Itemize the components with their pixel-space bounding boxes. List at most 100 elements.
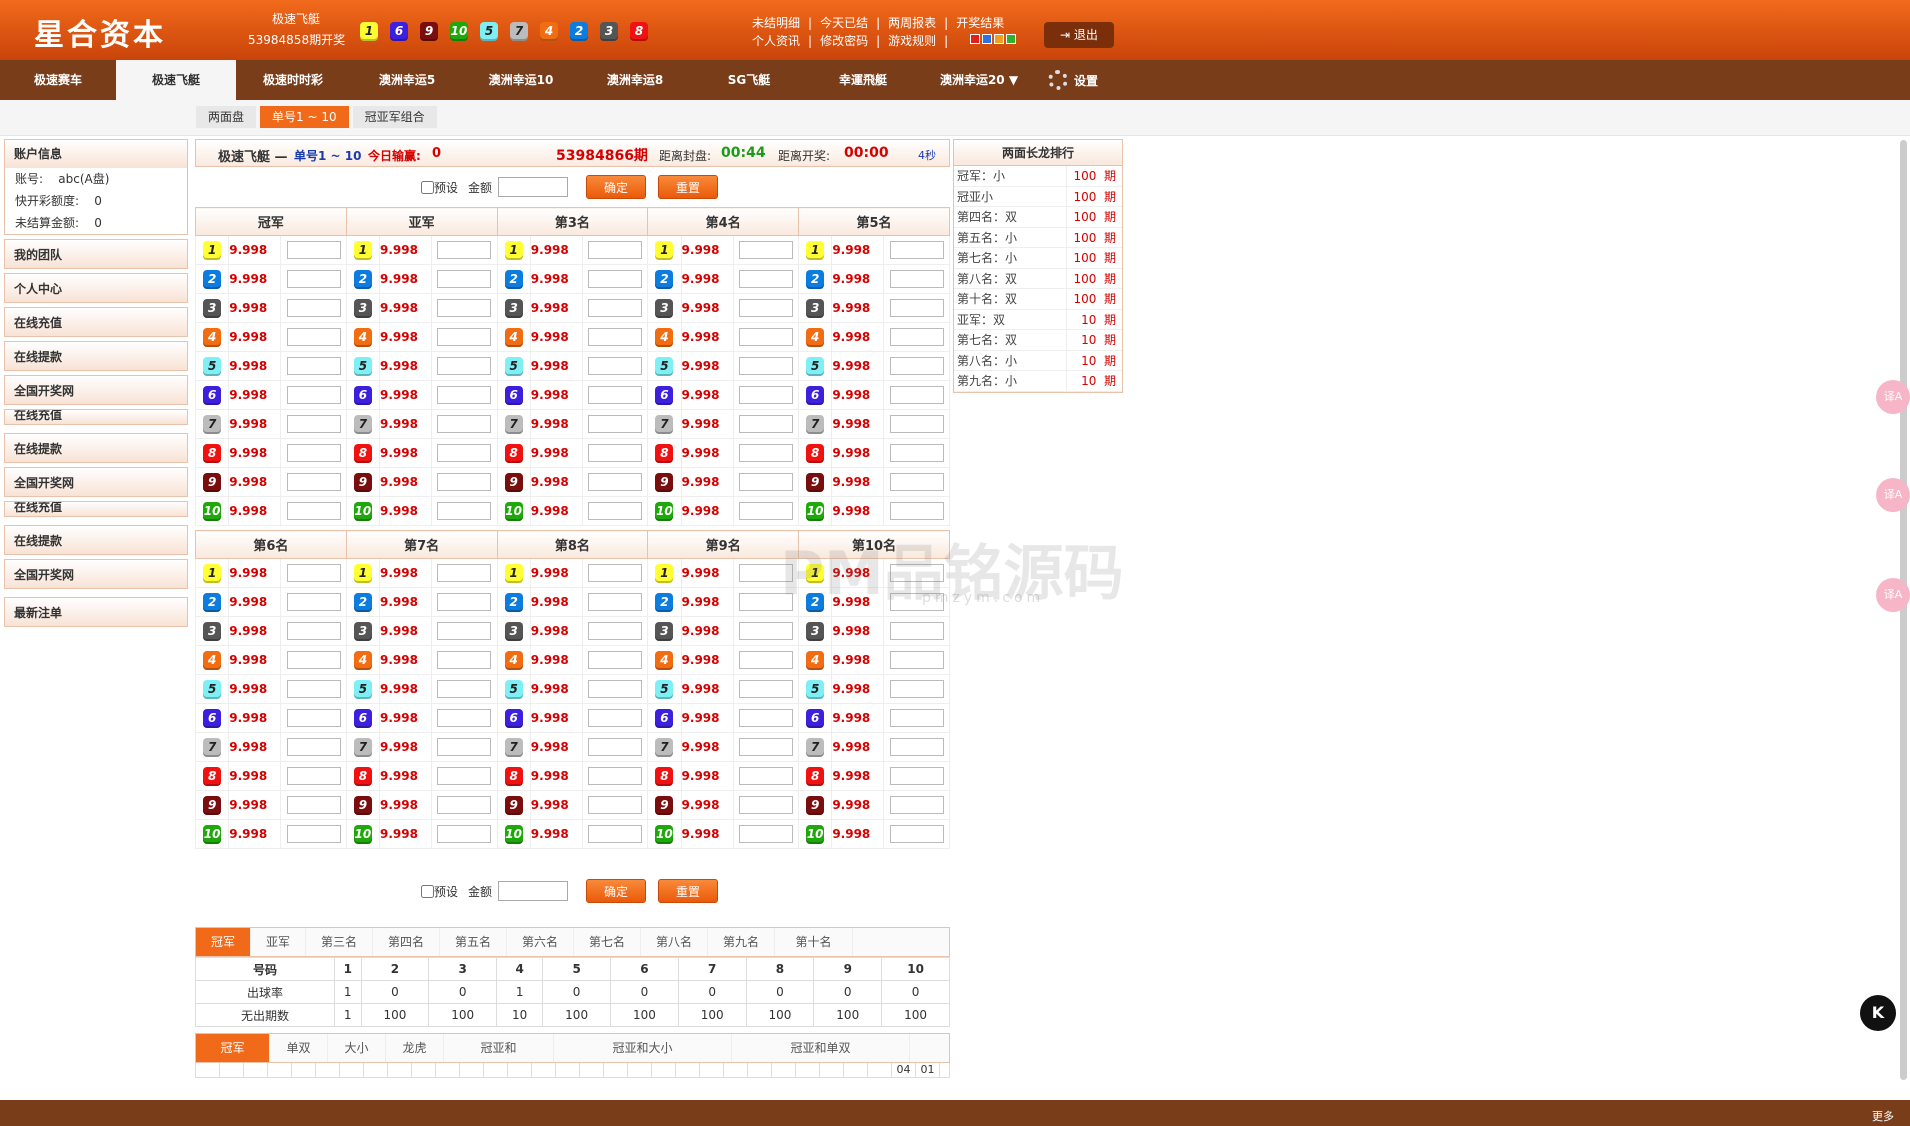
account-link[interactable]: 修改密码 xyxy=(820,34,868,48)
account-link[interactable]: 开奖结果 xyxy=(956,16,1004,30)
nav-tab[interactable]: 澳洲幸运5 xyxy=(350,60,464,100)
theme-color-square[interactable] xyxy=(1006,34,1016,44)
bet-amount-input[interactable] xyxy=(889,825,944,843)
account-link[interactable]: 个人资讯 xyxy=(752,34,800,48)
odds-value[interactable]: 9.998 xyxy=(831,380,885,410)
bet-amount-input[interactable] xyxy=(738,738,793,756)
bet-amount-input[interactable] xyxy=(286,738,341,756)
bet-amount-input[interactable] xyxy=(889,270,944,288)
odds-value[interactable]: 9.998 xyxy=(228,761,282,791)
odds-value[interactable]: 9.998 xyxy=(680,674,734,704)
trend-type-tab[interactable]: 龙虎 xyxy=(386,1034,444,1062)
bet-amount-input[interactable] xyxy=(286,241,341,259)
odds-value[interactable]: 9.998 xyxy=(831,703,885,733)
odds-value[interactable]: 9.998 xyxy=(831,819,885,849)
bet-amount-input[interactable] xyxy=(437,444,492,462)
trend-type-tab[interactable]: 冠军 xyxy=(196,1034,270,1062)
bet-amount-input[interactable] xyxy=(889,415,944,433)
page-scrollbar[interactable] xyxy=(1900,140,1907,1080)
bet-amount-input[interactable] xyxy=(286,473,341,491)
sidebar-menu-item[interactable]: 最新注单 xyxy=(4,597,188,627)
refresh-timer[interactable]: 4秒 xyxy=(918,147,936,163)
odds-value[interactable]: 9.998 xyxy=(379,732,433,762)
odds-value[interactable]: 9.998 xyxy=(379,645,433,675)
bet-amount-input[interactable] xyxy=(889,767,944,785)
bet-amount-input[interactable] xyxy=(889,502,944,520)
odds-value[interactable]: 9.998 xyxy=(379,703,433,733)
trend-position-tab[interactable]: 第七名 xyxy=(574,928,641,956)
odds-value[interactable]: 9.998 xyxy=(228,438,282,468)
reset-button[interactable]: 重置 xyxy=(658,175,719,199)
odds-value[interactable]: 9.998 xyxy=(680,558,734,588)
bet-amount-input[interactable] xyxy=(738,270,793,288)
odds-value[interactable]: 9.998 xyxy=(680,264,734,294)
bet-amount-input[interactable] xyxy=(437,796,492,814)
odds-value[interactable]: 9.998 xyxy=(529,819,583,849)
amount-input[interactable] xyxy=(498,881,569,901)
bet-amount-input[interactable] xyxy=(286,328,341,346)
odds-value[interactable]: 9.998 xyxy=(379,616,433,646)
bet-amount-input[interactable] xyxy=(437,825,492,843)
bet-amount-input[interactable] xyxy=(738,796,793,814)
account-link[interactable]: 未结明细 xyxy=(752,16,800,30)
bet-amount-input[interactable] xyxy=(588,593,643,611)
bet-amount-input[interactable] xyxy=(437,709,492,727)
odds-value[interactable]: 9.998 xyxy=(529,467,583,497)
odds-value[interactable]: 9.998 xyxy=(228,558,282,588)
bet-amount-input[interactable] xyxy=(286,270,341,288)
bet-amount-input[interactable] xyxy=(738,709,793,727)
bet-amount-input[interactable] xyxy=(286,444,341,462)
odds-value[interactable]: 9.998 xyxy=(680,790,734,820)
bet-amount-input[interactable] xyxy=(286,564,341,582)
bet-amount-input[interactable] xyxy=(588,270,643,288)
odds-value[interactable]: 9.998 xyxy=(831,761,885,791)
account-link[interactable]: 两周报表 xyxy=(888,16,936,30)
sidebar-menu-item[interactable]: 在线充值 xyxy=(4,501,188,517)
odds-value[interactable]: 9.998 xyxy=(529,703,583,733)
bet-amount-input[interactable] xyxy=(437,299,492,317)
translate-bubble[interactable]: 译A xyxy=(1876,478,1910,512)
odds-value[interactable]: 9.998 xyxy=(228,235,282,265)
odds-value[interactable]: 9.998 xyxy=(529,438,583,468)
odds-value[interactable]: 9.998 xyxy=(228,409,282,439)
trend-position-tab[interactable]: 第三名 xyxy=(306,928,373,956)
bet-amount-input[interactable] xyxy=(437,593,492,611)
bet-amount-input[interactable] xyxy=(286,502,341,520)
bet-amount-input[interactable] xyxy=(889,680,944,698)
nav-tab[interactable]: 幸運飛艇 xyxy=(806,60,920,100)
translate-bubble[interactable]: 译A xyxy=(1876,578,1910,612)
bet-amount-input[interactable] xyxy=(738,502,793,520)
nav-tab[interactable]: 澳洲幸运8 xyxy=(578,60,692,100)
preset-checkbox[interactable] xyxy=(420,884,434,898)
bet-amount-input[interactable] xyxy=(588,386,643,404)
bet-amount-input[interactable] xyxy=(738,767,793,785)
odds-value[interactable]: 9.998 xyxy=(379,235,433,265)
bet-amount-input[interactable] xyxy=(437,767,492,785)
odds-value[interactable]: 9.998 xyxy=(379,438,433,468)
play-mode-tab[interactable]: 两面盘 xyxy=(196,106,257,128)
odds-value[interactable]: 9.998 xyxy=(228,732,282,762)
odds-value[interactable]: 9.998 xyxy=(831,322,885,352)
bet-amount-input[interactable] xyxy=(286,357,341,375)
odds-value[interactable]: 9.998 xyxy=(379,264,433,294)
odds-value[interactable]: 9.998 xyxy=(831,732,885,762)
odds-value[interactable]: 9.998 xyxy=(680,645,734,675)
settings-button[interactable]: 设置 xyxy=(1038,60,1098,100)
odds-value[interactable]: 9.998 xyxy=(529,790,583,820)
odds-value[interactable]: 9.998 xyxy=(529,264,583,294)
nav-tab[interactable]: SG飞艇 xyxy=(692,60,806,100)
bet-amount-input[interactable] xyxy=(286,622,341,640)
odds-value[interactable]: 9.998 xyxy=(379,558,433,588)
odds-value[interactable]: 9.998 xyxy=(680,496,734,526)
odds-value[interactable]: 9.998 xyxy=(228,645,282,675)
bet-amount-input[interactable] xyxy=(738,241,793,259)
bet-amount-input[interactable] xyxy=(889,357,944,375)
odds-value[interactable]: 9.998 xyxy=(680,703,734,733)
sidebar-menu-item[interactable]: 全国开奖网 xyxy=(4,375,188,405)
odds-value[interactable]: 9.998 xyxy=(680,293,734,323)
sidebar-menu-item[interactable]: 在线提款 xyxy=(4,433,188,463)
odds-value[interactable]: 9.998 xyxy=(228,674,282,704)
odds-value[interactable]: 9.998 xyxy=(831,645,885,675)
bet-amount-input[interactable] xyxy=(437,622,492,640)
odds-value[interactable]: 9.998 xyxy=(379,351,433,381)
